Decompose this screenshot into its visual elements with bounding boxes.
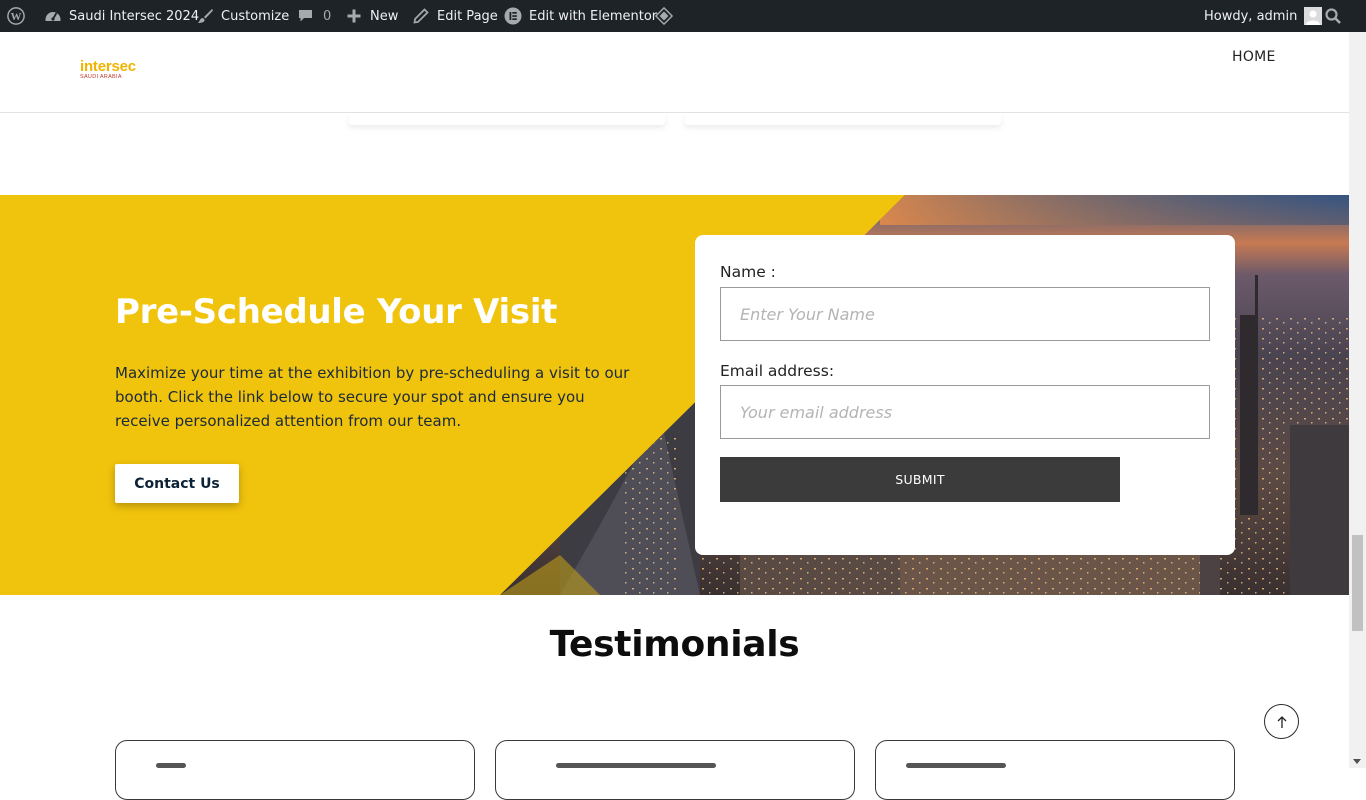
search-icon [1324,7,1342,25]
dashboard-icon [44,7,62,25]
diamond-menu[interactable] [655,0,673,32]
admin-bar: W Saudi Intersec 2024 Customize 0 New Ed… [0,0,1366,32]
pencil-icon [412,7,430,25]
logo-text: intersec [80,58,136,75]
email-input[interactable] [720,385,1210,439]
plus-icon [345,7,363,25]
testimonial-card [875,740,1235,800]
scroll-down-arrow-icon[interactable] [1353,759,1361,764]
scrollbar-thumb[interactable] [1352,535,1363,631]
svg-text:W: W [11,11,22,23]
comments-link[interactable]: 0 [297,0,331,32]
wp-logo-menu[interactable]: W [7,0,25,32]
comments-count: 0 [323,8,332,24]
schedule-section: Pre-Schedule Your Visit Maximize your ti… [0,195,1349,595]
back-to-top-button[interactable] [1264,704,1299,739]
previous-card-bottom [349,113,665,125]
contact-us-button[interactable]: Contact Us [115,464,239,503]
elementor-icon [504,7,522,25]
avatar-icon [1304,7,1323,25]
edit-page-label: Edit Page [437,8,498,24]
schedule-title: Pre-Schedule Your Visit [115,292,558,332]
site-name-menu[interactable]: Saudi Intersec 2024 [44,0,199,32]
admin-search[interactable] [1324,0,1342,32]
customize-label: Customize [221,8,290,24]
new-label: New [370,8,399,24]
testimonials-title: Testimonials [549,624,800,665]
testimonial-card [115,740,475,800]
edit-page-link[interactable]: Edit Page [412,0,498,32]
testimonial-card [495,740,855,800]
wordpress-icon: W [7,7,25,25]
name-label: Name : [720,263,776,281]
site-name-label: Saudi Intersec 2024 [69,8,200,24]
visit-form: Name : Email address: SUBMIT [695,235,1235,555]
customize-link[interactable]: Customize [196,0,289,32]
schedule-description: Maximize your time at the exhibition by … [115,364,630,430]
edit-elementor-label: Edit with Elementor [529,8,658,24]
site-logo[interactable]: intersec SAUDI ARABIA [80,59,136,80]
submit-button[interactable]: SUBMIT [720,457,1120,502]
user-menu[interactable]: Howdy, admin [1204,0,1323,32]
site-header: intersec SAUDI ARABIA HOME [0,32,1349,113]
page-scrollbar[interactable] [1349,32,1366,768]
previous-card-bottom [685,113,1001,125]
email-label: Email address: [720,362,835,380]
new-content-menu[interactable]: New [345,0,398,32]
testimonial-quote-mark [906,763,1006,768]
diamond-icon [655,6,673,26]
howdy-label: Howdy, admin [1204,8,1298,24]
arrow-up-icon [1277,715,1286,728]
brush-icon [196,7,214,25]
testimonial-quote-mark [556,763,716,768]
nav-item-home[interactable]: HOME [1232,49,1276,65]
comment-icon [297,7,315,25]
testimonial-quote-mark [156,763,186,768]
name-input[interactable] [720,287,1210,341]
edit-elementor-link[interactable]: Edit with Elementor [504,0,657,32]
